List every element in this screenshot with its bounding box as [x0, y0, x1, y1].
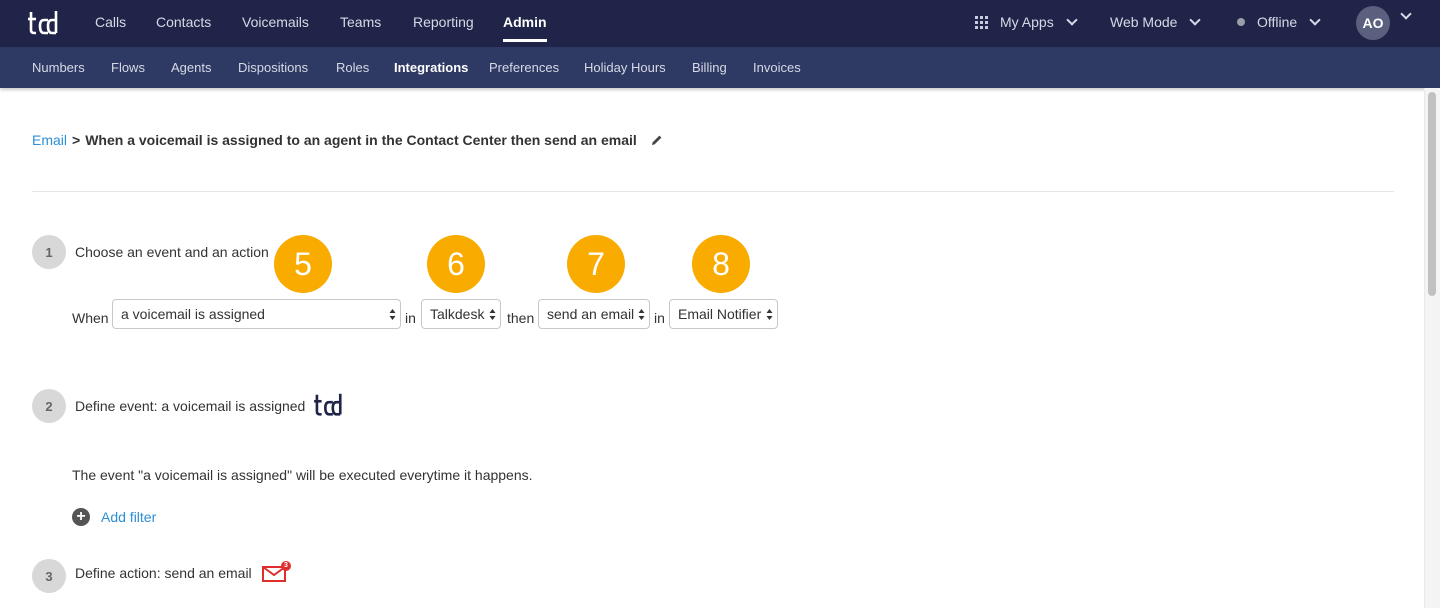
scrollbar-thumb[interactable] — [1428, 92, 1436, 296]
email-notifier-icon: 3 — [262, 561, 292, 583]
add-filter-label: Add filter — [101, 509, 157, 525]
step-2-number: 2 — [32, 389, 66, 423]
my-apps-label: My Apps — [1000, 14, 1054, 30]
subnav-holiday-hours[interactable]: Holiday Hours — [584, 60, 666, 75]
talkdesk-app-icon — [314, 393, 342, 416]
status-label: Offline — [1257, 14, 1298, 30]
select-arrows-icon — [766, 309, 773, 320]
event-app-select-value: Talkdesk — [430, 306, 485, 322]
step-3-title: Define action: send an email — [75, 565, 252, 581]
chevron-down-icon — [1309, 14, 1321, 26]
nav-reporting[interactable]: Reporting — [413, 14, 474, 30]
select-arrows-icon — [489, 309, 496, 320]
breadcrumb-separator: > — [72, 132, 81, 148]
nav-teams[interactable]: Teams — [340, 14, 381, 30]
subnav-invoices[interactable]: Invoices — [753, 60, 801, 75]
event-description: The event "a voicemail is assigned" will… — [72, 467, 533, 483]
select-arrows-icon — [389, 309, 396, 320]
subnav-preferences[interactable]: Preferences — [489, 60, 559, 75]
callout-badge-6: 6 — [427, 235, 485, 293]
email-count-badge: 3 — [281, 561, 291, 571]
chevron-down-icon — [1400, 8, 1412, 20]
select-arrows-icon — [638, 309, 645, 320]
action-select[interactable]: send an email — [538, 299, 650, 329]
admin-subnav: Numbers Flows Agents Dispositions Roles … — [0, 47, 1440, 88]
status-menu[interactable]: Offline — [1237, 14, 1321, 30]
action-select-value: send an email — [547, 306, 635, 322]
in-label: in — [405, 310, 416, 326]
apps-grid-icon — [975, 15, 988, 29]
mode-label: Web Mode — [1110, 14, 1178, 30]
event-select[interactable]: a voicemail is assigned — [112, 299, 401, 329]
edit-pencil-icon[interactable] — [651, 134, 663, 146]
callout-badge-5: 5 — [274, 235, 332, 293]
step-3-number: 3 — [32, 559, 66, 593]
action-app-select-value: Email Notifier — [678, 306, 762, 322]
step-1-title: Choose an event and an action — [75, 244, 269, 260]
breadcrumb-email-link[interactable]: Email — [32, 132, 67, 148]
callout-badge-7: 7 — [567, 235, 625, 293]
chevron-down-icon — [1066, 14, 1078, 26]
breadcrumb: Email > When a voicemail is assigned to … — [32, 132, 663, 148]
callout-badge-8: 8 — [692, 235, 750, 293]
step-1-number: 1 — [32, 235, 66, 269]
page-title: When a voicemail is assigned to an agent… — [85, 132, 637, 148]
nav-contacts[interactable]: Contacts — [156, 14, 211, 30]
header-divider — [32, 191, 1394, 192]
subnav-numbers[interactable]: Numbers — [32, 60, 85, 75]
in-label-2: in — [654, 310, 665, 326]
top-navbar: Calls Contacts Voicemails Teams Reportin… — [0, 0, 1440, 47]
add-filter-button[interactable]: + Add filter — [72, 508, 156, 526]
subnav-agents[interactable]: Agents — [171, 60, 211, 75]
subnav-billing[interactable]: Billing — [692, 60, 727, 75]
user-menu-toggle[interactable] — [1394, 8, 1412, 20]
then-label: then — [507, 310, 535, 326]
plus-icon: + — [72, 508, 90, 526]
mode-menu[interactable]: Web Mode — [1110, 14, 1202, 30]
nav-admin[interactable]: Admin — [503, 14, 547, 42]
subnav-flows[interactable]: Flows — [111, 60, 145, 75]
nav-voicemails[interactable]: Voicemails — [242, 14, 309, 30]
event-select-value: a voicemail is assigned — [121, 306, 265, 322]
avatar[interactable]: AO — [1356, 6, 1390, 40]
step-2-title: Define event: a voicemail is assigned — [75, 398, 306, 414]
when-label: When — [72, 310, 109, 326]
action-app-select[interactable]: Email Notifier — [669, 299, 778, 329]
subnav-dispositions[interactable]: Dispositions — [238, 60, 308, 75]
status-dot-icon — [1237, 18, 1245, 26]
subnav-roles[interactable]: Roles — [336, 60, 369, 75]
my-apps-menu[interactable]: My Apps — [975, 14, 1078, 30]
nav-calls[interactable]: Calls — [95, 14, 126, 30]
subnav-integrations[interactable]: Integrations — [394, 60, 468, 75]
event-app-select[interactable]: Talkdesk — [421, 299, 501, 329]
talkdesk-logo[interactable] — [28, 8, 62, 38]
chevron-down-icon — [1189, 14, 1202, 26]
